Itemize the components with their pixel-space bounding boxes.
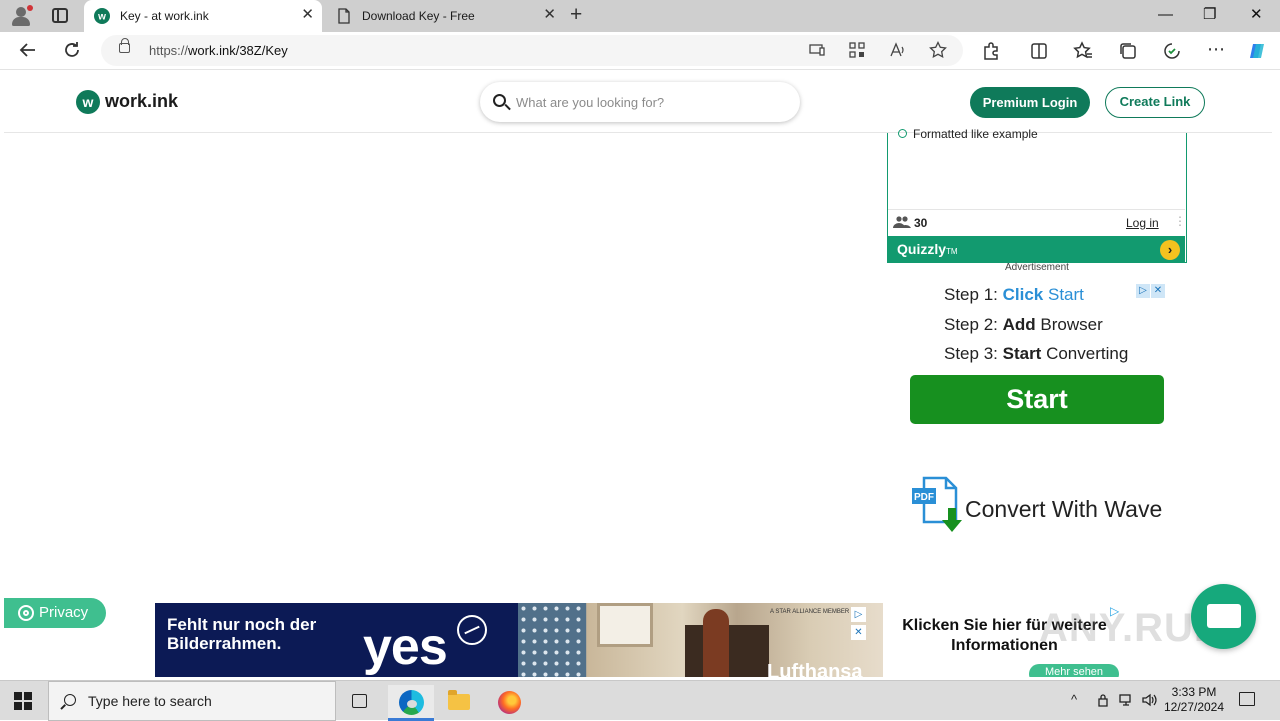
site-search[interactable] [480,82,800,122]
refresh-icon[interactable] [62,40,82,60]
close-tab-icon[interactable]: ✕ [301,7,314,23]
tab-title: Download Key - Free [362,9,475,23]
search-input[interactable] [516,92,786,112]
tab-download-key[interactable]: Download Key - Free ✕ [326,0,564,32]
lufthansa-wordmark: Lufthansa [767,661,863,677]
edge-taskbar-button[interactable] [388,685,434,721]
next-arrow-icon[interactable]: › [1160,240,1180,260]
tab-title: Key - at work.ink [120,9,209,23]
firefox-icon [498,691,521,714]
split-screen-icon[interactable] [1029,41,1049,61]
lock-icon[interactable] [119,38,130,53]
star-alliance-text: A STAR ALLIANCE MEMBER [770,609,850,615]
step-2: Step 2: Add Browser [944,315,1103,334]
back-icon[interactable] [18,40,38,60]
copilot-icon[interactable] [1247,41,1267,61]
tab-actions-icon[interactable] [52,8,68,23]
lufthansa-crane-logo [457,615,487,645]
tab-strip: w Key - at work.ink ✕ Download Key - Fre… [0,0,1280,32]
search-icon [64,694,76,706]
url-text[interactable]: https://work.ink/38Z/Key [149,43,288,58]
logo-text: work.ink [105,91,179,111]
start-ad-button[interactable]: Start [910,375,1164,424]
performance-icon[interactable] [1162,41,1182,61]
quiz-option[interactable]: Formatted like example [898,127,1038,141]
banner-tiles [518,603,586,677]
quizzly-brand: QuizzlyTM [897,241,958,257]
extensions-icon[interactable] [981,41,1001,61]
lufthansa-banner-ad[interactable]: Fehlt nur noch der Bilderrahmen. yes A S… [155,603,883,677]
privacy-label: Privacy [39,604,89,621]
more-icon[interactable]: ⋯ [1206,40,1226,61]
step-1: Step 1: Click Start [944,285,1084,304]
wave-tagline: Convert With Wave [965,496,1163,522]
create-link-button[interactable]: Create Link [1105,87,1205,118]
quiz-footer: 30 Log in ⋮ [888,209,1186,235]
page-icon [338,8,350,24]
close-tab-icon[interactable]: ✕ [543,7,556,23]
advertisement-label: Advertisement [1005,262,1069,273]
minimize-button[interactable]: — [1158,6,1173,24]
favorites-icon[interactable] [1073,41,1093,61]
task-view-button[interactable] [336,685,382,721]
banner-window [597,603,653,647]
close-window-button[interactable]: ✕ [1250,6,1263,24]
taskbar-search[interactable]: Type here to search [48,681,336,721]
gear-icon [18,605,34,621]
adchoices-icon[interactable]: ▷✕ [851,604,882,640]
kebab-menu-icon[interactable]: ⋮ [1174,215,1186,227]
clock-time: 3:33 PM [1171,685,1217,699]
firefox-taskbar-button[interactable] [486,685,532,721]
logo-mark: w [76,90,100,114]
security-icon[interactable] [1096,693,1110,707]
edge-icon [399,690,424,715]
svg-text:w: w [97,12,106,23]
work-ink-favicon-icon: w [94,8,110,24]
address-toolbar: https://work.ink/38Z/Key ⋯ [0,32,1280,70]
clock-date: 12/27/2024 [1163,700,1225,714]
banner-yes-text: yes [363,618,448,676]
quiz-login-link[interactable]: Log in [1126,216,1159,230]
banner-headline: Fehlt nur noch der Bilderrahmen. [167,615,317,653]
svg-text:PDF: PDF [914,492,934,503]
quizzly-widget: Formatted like example 30 Log in ⋮ Quizz… [887,127,1187,263]
site-header: w work.ink Premium Login Create Link [4,71,1272,133]
quiz-brand-bar: QuizzlyTM › [888,236,1185,263]
favorite-star-icon[interactable] [929,41,947,59]
chevron-up-icon[interactable]: ^ [1071,693,1077,707]
restore-button[interactable]: ❐ [1203,6,1216,24]
adchoices-icon[interactable]: ▷✕ [1136,280,1166,298]
step-3: Step 3: Start Converting [944,344,1129,363]
windows-start-icon[interactable] [14,692,32,710]
pdf-download-icon: PDF [912,476,962,532]
banner-figure [703,609,729,677]
new-tab-button[interactable]: + [570,4,582,25]
collections-icon[interactable] [1118,41,1138,61]
file-explorer-button[interactable] [436,685,482,721]
windows-taskbar: Type here to search ^ 3:33 PM 12/27/2024 [0,680,1280,721]
participants-count: 30 [914,216,928,230]
web-page: w work.ink Premium Login Create Link For… [4,71,1272,677]
read-aloud-icon[interactable] [889,41,907,59]
task-view-icon [352,694,367,708]
taskbar-search-placeholder: Type here to search [88,693,212,709]
address-bar[interactable]: https://work.ink/38Z/Key [101,35,963,66]
tab-key-at-work-ink[interactable]: w Key - at work.ink ✕ [84,0,322,32]
volume-icon[interactable] [1142,693,1158,707]
profile-icon[interactable] [10,5,33,26]
people-icon [893,216,911,228]
search-icon [493,94,506,107]
folder-icon [448,690,470,710]
app-available-icon[interactable] [808,41,826,59]
system-clock[interactable]: 3:33 PM 12/27/2024 [1160,685,1228,715]
network-icon[interactable] [1119,693,1135,707]
convert-with-wave-ad[interactable]: ▷ ✕ Step 1: Click Start Step 2: Add Brows… [904,276,1172,546]
qr-icon[interactable] [848,41,866,59]
notifications-icon[interactable] [1239,692,1255,706]
privacy-button[interactable]: Privacy [4,598,106,628]
mehr-sehen-button[interactable]: Mehr sehen [1029,664,1119,677]
chat-icon[interactable] [1191,584,1256,649]
premium-login-button[interactable]: Premium Login [970,87,1090,118]
radio-icon[interactable] [898,129,907,138]
